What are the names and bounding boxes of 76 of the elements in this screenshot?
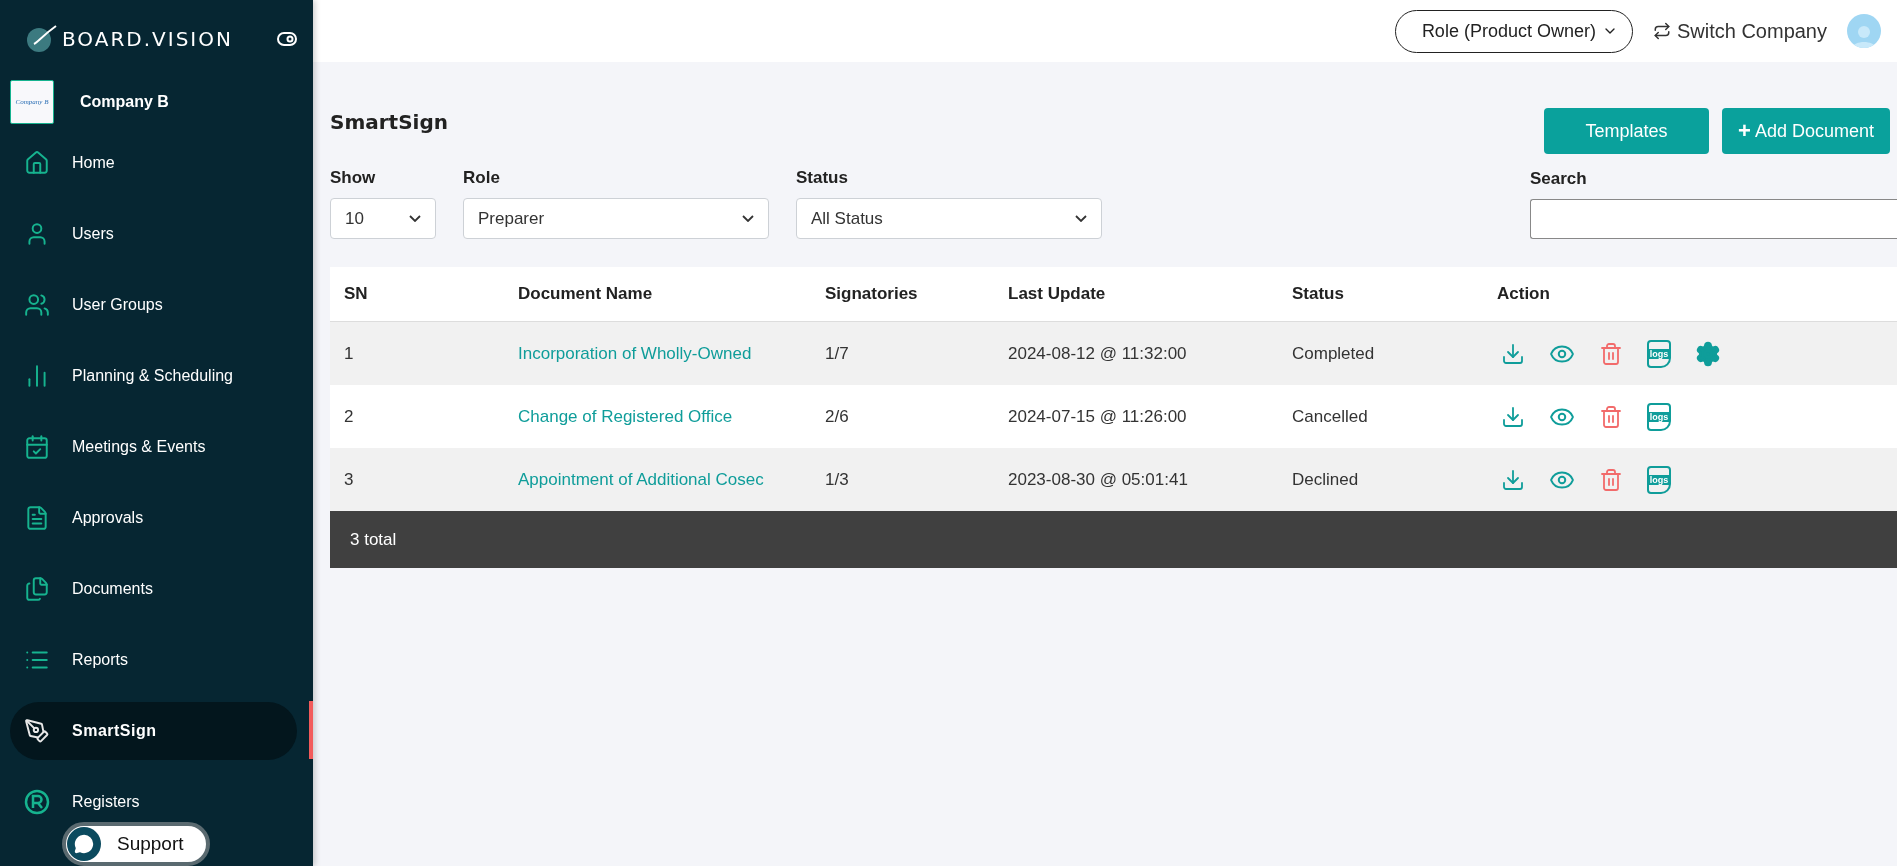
search-label: Search [1530,169,1588,189]
sidebar-item[interactable]: Meetings & Events [10,431,297,462]
column-header: Action [1497,284,1551,304]
column-header: SN [344,284,369,304]
sidebar-item[interactable]: Home [10,147,297,178]
sidebar-item[interactable]: Registers [10,786,297,817]
column-header: Status [1292,284,1345,304]
table-cell-text: 3 [344,469,355,490]
pen-icon [24,717,50,744]
sidebar-item-label: Planning & Scheduling [72,366,233,385]
home-icon [24,149,50,176]
settings-icon[interactable] [1695,340,1721,367]
sidebar-item-label: Approvals [72,508,144,527]
registered-icon [24,788,50,815]
calendar-icon [24,433,50,460]
brand-name: BOARD.VISION [62,27,234,51]
sidebar-item-label: SmartSign [72,721,157,740]
delete-icon[interactable] [1599,467,1623,492]
table-cell-text: 1 [344,343,355,364]
column-header: Last Update [1008,284,1107,304]
filter-label: Status [796,168,849,188]
filter-label: Show [330,168,377,188]
chevron-icon [742,215,754,222]
users-icon [24,291,50,318]
table-cell-text: 1/3 [825,469,850,490]
sidebar-item[interactable]: Planning & Scheduling [10,360,297,391]
sidebar-item-label: Meetings & Events [72,437,206,456]
table-cell-text: 2024-08-12 @ 11:32:00 [1008,343,1188,364]
table-cell-text: Cancelled [1292,406,1369,427]
filter-select[interactable]: Preparer [463,198,769,239]
documents-icon [24,575,50,602]
company-name: Company B [80,93,169,111]
active-indicator [309,701,313,759]
sidebar-item[interactable]: User Groups [10,289,297,320]
column-header: Document Name [518,284,654,304]
chevron-icon [1075,215,1087,222]
table-cell-text: 1/7 [825,343,850,364]
filter-select[interactable]: All Status [796,198,1102,239]
column-header: Signatories [825,284,919,304]
sidebar-item[interactable]: Reports [10,644,297,675]
table-cell-text: Completed [1292,343,1376,364]
table-cell-text: 2023-08-30 @ 05:01:41 [1008,469,1189,490]
sidebar-item-label: Home [72,153,115,172]
filter-select[interactable]: 10 [330,198,436,239]
logo-icon [24,24,58,54]
table-cell-text: 2024-07-15 @ 11:26:00 [1008,406,1188,427]
switch-icon [1652,22,1671,40]
chevron-icon [409,215,421,222]
sidebar-item-label: User Groups [72,295,163,314]
download-icon[interactable] [1501,341,1525,366]
search-field[interactable] [1530,199,1897,239]
sidebar-item-label: Reports [72,650,129,669]
sidebar-item[interactable]: SmartSign [10,701,297,760]
note-icon [24,504,50,531]
sidebar-item[interactable]: Approvals [10,502,297,533]
sidebar-item-label: Documents [72,579,153,598]
delete-icon[interactable] [1599,404,1623,429]
table-cell-text: 2 [344,406,355,427]
download-icon[interactable] [1501,404,1525,429]
role-dropdown[interactable]: Role (Product Owner) [1394,9,1633,53]
avatar[interactable] [1847,14,1881,48]
filter-label: Role [463,168,501,188]
chat-icon [74,834,94,854]
delete-icon[interactable] [1599,341,1623,366]
table-cell-text: Declined [1292,469,1360,490]
sidebar-item[interactable]: Users [10,218,297,249]
switch-company-button[interactable]: Switch Company [1646,18,1833,44]
sidebar-item-label: Users [72,224,114,243]
page-title: SmartSign [330,110,448,134]
table-cell-text: 2/6 [825,406,850,427]
table-footer: 3 total [330,511,1897,568]
download-icon[interactable] [1501,467,1525,492]
support-button[interactable]: Support [62,822,210,866]
sidebar-item[interactable]: Documents [10,573,297,604]
sidebar-item-label: Registers [72,792,140,811]
toggle-icon[interactable] [277,32,297,46]
